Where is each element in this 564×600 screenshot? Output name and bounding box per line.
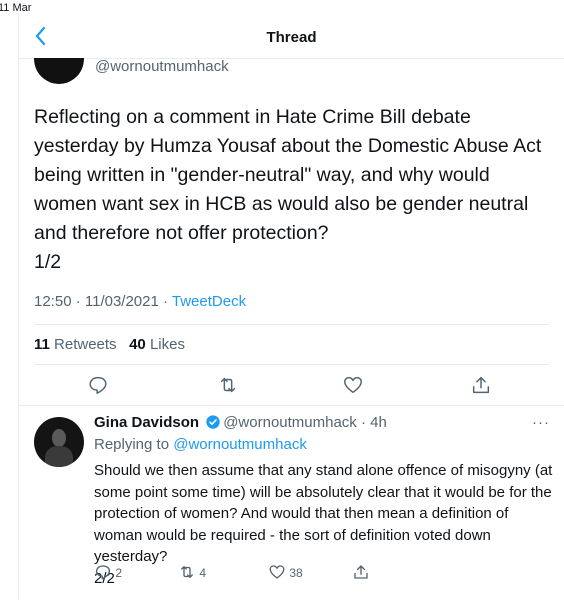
- reply-text: Should we then assume that any stand alo…: [94, 462, 553, 587]
- tweet-time[interactable]: 12:50 · 11/03/2021 ·: [34, 293, 172, 310]
- thread-header: Thread: [19, 14, 564, 59]
- share-icon[interactable]: [470, 374, 492, 396]
- likes-label: Likes: [149, 336, 185, 353]
- reply-retweet-button[interactable]: 4: [178, 563, 206, 581]
- retweets-label: Retweets: [54, 336, 117, 353]
- retweet-icon[interactable]: [217, 374, 239, 396]
- tweet-actions: [34, 374, 549, 396]
- retweet-icon: [181, 566, 193, 578]
- reply-reply-button[interactable]: 2: [94, 563, 122, 581]
- divider: [34, 324, 549, 325]
- reply-count: 2: [115, 566, 123, 580]
- retweets-count-link[interactable]: 11 Retweets: [34, 336, 117, 353]
- reply-age[interactable]: · 4h: [361, 414, 387, 431]
- reply-author-handle[interactable]: @wornoutmumhack: [223, 414, 357, 431]
- verified-icon: [205, 414, 221, 434]
- reply-share-button[interactable]: [352, 563, 370, 581]
- author-handle[interactable]: @wornoutmumhack: [95, 58, 229, 75]
- like-icon[interactable]: [342, 374, 364, 396]
- timeline-border: [18, 14, 19, 600]
- divider: [19, 405, 564, 406]
- replying-to-link[interactable]: @wornoutmumhack: [173, 436, 307, 453]
- tweet-timestamp: 12:50 · 11/03/2021 · TweetDeck: [34, 293, 246, 310]
- replying-prefix: Replying to: [94, 436, 174, 453]
- retweet-count: 4: [199, 566, 207, 580]
- like-icon: [269, 565, 285, 579]
- reply-icon: [95, 565, 111, 580]
- reply-author: Gina Davidson @wornoutmumhack · 4h: [94, 414, 387, 434]
- likes-count: 40: [129, 336, 146, 353]
- like-count: 38: [289, 566, 303, 580]
- reply-like-button[interactable]: 38: [268, 563, 303, 581]
- reply-avatar[interactable]: [34, 417, 84, 467]
- retweets-count: 11: [34, 336, 50, 353]
- more-icon[interactable]: ···: [532, 414, 550, 431]
- status-date: 11 Mar: [0, 2, 32, 14]
- reply-author-name[interactable]: Gina Davidson: [94, 414, 199, 431]
- page-title: Thread: [266, 29, 317, 46]
- share-icon: [354, 565, 368, 579]
- tweet-source-link[interactable]: TweetDeck: [172, 293, 246, 310]
- reply-icon[interactable]: [87, 374, 109, 396]
- tweet-text: Reflecting on a comment in Hate Crime Bi…: [34, 106, 542, 273]
- replying-to: Replying to @wornoutmumhack: [94, 436, 307, 453]
- avatar[interactable]: [34, 58, 84, 84]
- likes-count-link[interactable]: 40 Likes: [129, 336, 185, 353]
- engagement-counts: 11 Retweets 40 Likes: [34, 336, 185, 353]
- divider: [34, 364, 549, 365]
